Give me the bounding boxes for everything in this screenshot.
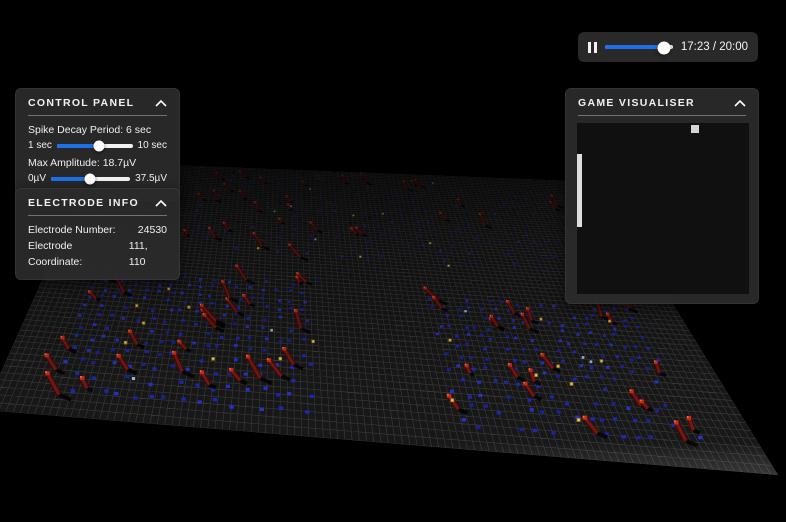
max-amplitude-min: 0µV xyxy=(28,173,46,184)
collapse-button[interactable] xyxy=(155,200,167,207)
game-visualiser-panel: GAME VISUALISER xyxy=(565,88,759,304)
spike-decay-min: 1 sec xyxy=(28,140,52,151)
game-visualiser-title: GAME VISUALISER xyxy=(578,97,695,109)
game-visualiser-header[interactable]: GAME VISUALISER xyxy=(566,89,758,115)
collapse-button[interactable] xyxy=(734,100,746,107)
spike-decay-label: Spike Decay Period: 6 sec xyxy=(28,124,167,136)
electrode-info-title: ELECTRODE INFO xyxy=(28,197,139,209)
max-amplitude-max: 37.5µV xyxy=(135,173,167,184)
control-panel: CONTROL PANEL Spike Decay Period: 6 sec … xyxy=(15,88,180,201)
playback-slider[interactable] xyxy=(605,40,673,54)
control-panel-title: CONTROL PANEL xyxy=(28,97,134,109)
max-amplitude-slider[interactable] xyxy=(51,172,130,185)
pause-button[interactable] xyxy=(588,42,597,53)
pause-icon xyxy=(588,42,591,53)
collapse-button[interactable] xyxy=(155,100,167,107)
playback-bar: 17:23 / 20:00 xyxy=(578,32,758,62)
divider xyxy=(578,115,746,116)
pong-game-area xyxy=(577,123,749,294)
electrode-info-header[interactable]: ELECTRODE INFO xyxy=(16,189,179,215)
control-panel-header[interactable]: CONTROL PANEL xyxy=(16,89,179,115)
electrode-coordinate-row: Electrode Coordinate: 111, 110 xyxy=(28,238,167,270)
slider-thumb[interactable] xyxy=(93,141,104,152)
spike-decay-max: 10 sec xyxy=(138,140,167,151)
pong-paddle xyxy=(577,154,582,227)
electrode-coordinate-value: 111, 110 xyxy=(129,238,167,270)
pause-icon xyxy=(594,42,597,53)
pong-ball xyxy=(691,125,699,133)
electrode-number-label: Electrode Number: xyxy=(28,222,116,238)
chevron-up-icon xyxy=(734,100,746,107)
spike-decay-slider[interactable] xyxy=(57,139,133,152)
app-window: 17:23 / 20:00 CONTROL PANEL Spike Decay … xyxy=(0,0,786,522)
playback-time: 17:23 / 20:00 xyxy=(681,41,748,53)
chevron-up-icon xyxy=(155,200,167,207)
slider-thumb[interactable] xyxy=(85,174,96,185)
electrode-number-row: Electrode Number: 24530 xyxy=(28,222,167,238)
slider-fill xyxy=(605,45,664,49)
electrode-number-value: 24530 xyxy=(138,222,167,238)
electrode-info-panel: ELECTRODE INFO Electrode Number: 24530 E… xyxy=(15,188,180,280)
slider-thumb[interactable] xyxy=(658,41,671,54)
electrode-coordinate-label: Electrode Coordinate: xyxy=(28,238,129,270)
chevron-up-icon xyxy=(155,100,167,107)
max-amplitude-label: Max Amplitude: 18.7µV xyxy=(28,157,167,169)
